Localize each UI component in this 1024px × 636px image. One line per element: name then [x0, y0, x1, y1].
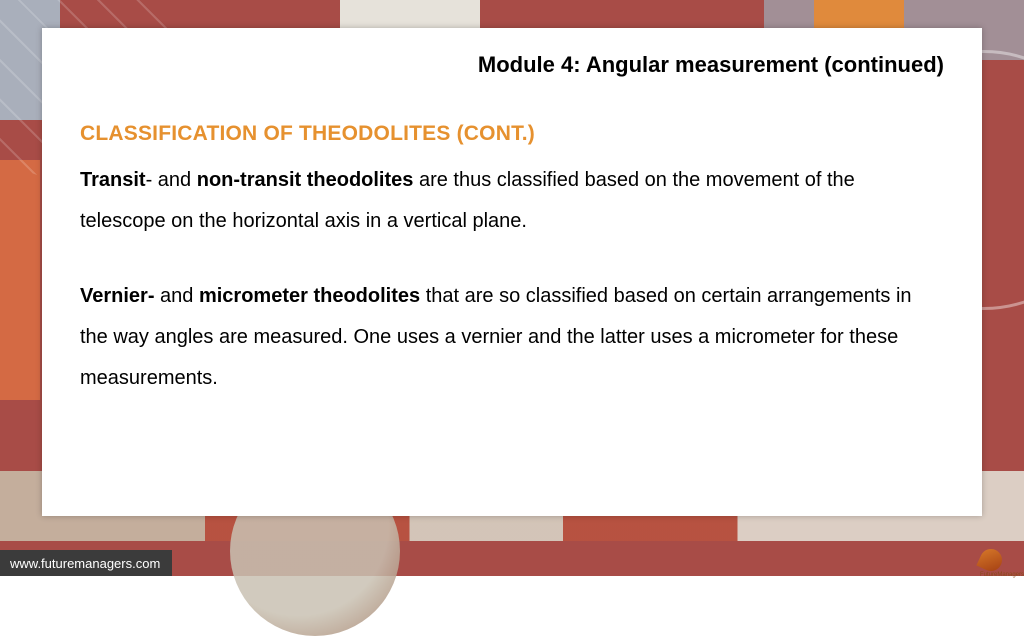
logo-icon: [980, 549, 1002, 571]
bold-non-transit: non-transit theodolites: [197, 169, 414, 191]
paragraph-1: Transit- and non-transit theodolites are…: [80, 160, 944, 242]
bold-vernier: Vernier-: [80, 285, 154, 307]
bold-micrometer: micrometer theodolites: [199, 285, 420, 307]
publisher-logo: FutureManagers: [980, 550, 1024, 576]
footer-url: www.futuremanagers.com: [0, 550, 172, 576]
slide-card: Module 4: Angular measurement (continued…: [42, 28, 982, 516]
body-text: Transit- and non-transit theodolites are…: [80, 160, 944, 399]
paragraph-2: Vernier- and micrometer theodolites that…: [80, 276, 944, 399]
section-heading: CLASSIFICATION OF THEODOLITES (CONT.): [80, 122, 944, 146]
module-title: Module 4: Angular measurement (continued…: [80, 52, 944, 78]
footer-spacer: [172, 550, 980, 576]
footer-bar: www.futuremanagers.com FutureManagers: [0, 550, 1024, 576]
logo-text: FutureManagers: [980, 572, 1024, 578]
bold-transit: Transit: [80, 169, 146, 191]
text: and: [154, 285, 198, 307]
text: - and: [146, 169, 197, 191]
